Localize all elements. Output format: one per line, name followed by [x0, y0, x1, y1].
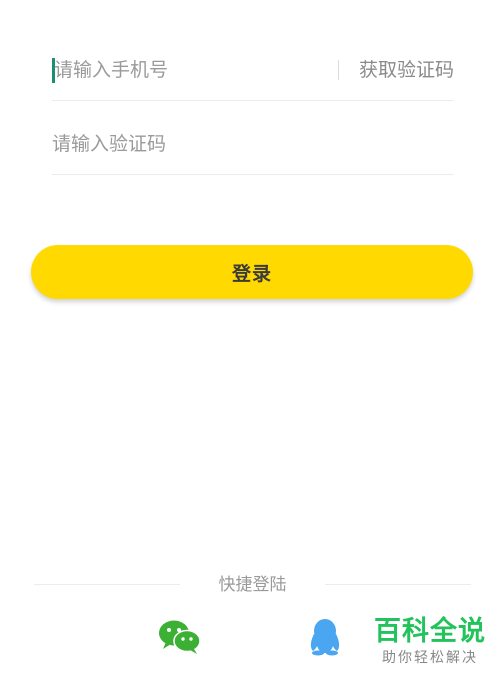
wechat-login-button[interactable] [158, 618, 202, 656]
quick-login-label: 快捷登陆 [218, 575, 287, 595]
quick-login-divider-left [34, 584, 180, 585]
watermark-title: 百科全说 [374, 616, 486, 647]
field-divider [338, 60, 339, 80]
watermark-logo: 百科全说 助你轻松解决 [374, 615, 486, 667]
get-code-button[interactable]: 获取验证码 [359, 58, 454, 83]
login-button[interactable]: 登录 [31, 245, 473, 299]
code-input-placeholder[interactable]: 请输入验证码 [52, 132, 166, 157]
qq-login-button[interactable] [307, 618, 343, 656]
login-button-label: 登录 [231, 262, 272, 285]
quick-login-divider-right [325, 584, 471, 585]
phone-field[interactable]: 请输入手机号 获取验证码 [52, 40, 454, 101]
qq-icon [310, 619, 340, 656]
wechat-icon [159, 620, 201, 654]
code-field[interactable]: 请输入验证码 [52, 114, 454, 175]
watermark-subtitle: 助你轻松解决 [382, 650, 478, 666]
phone-input-placeholder[interactable]: 请输入手机号 [54, 58, 168, 83]
